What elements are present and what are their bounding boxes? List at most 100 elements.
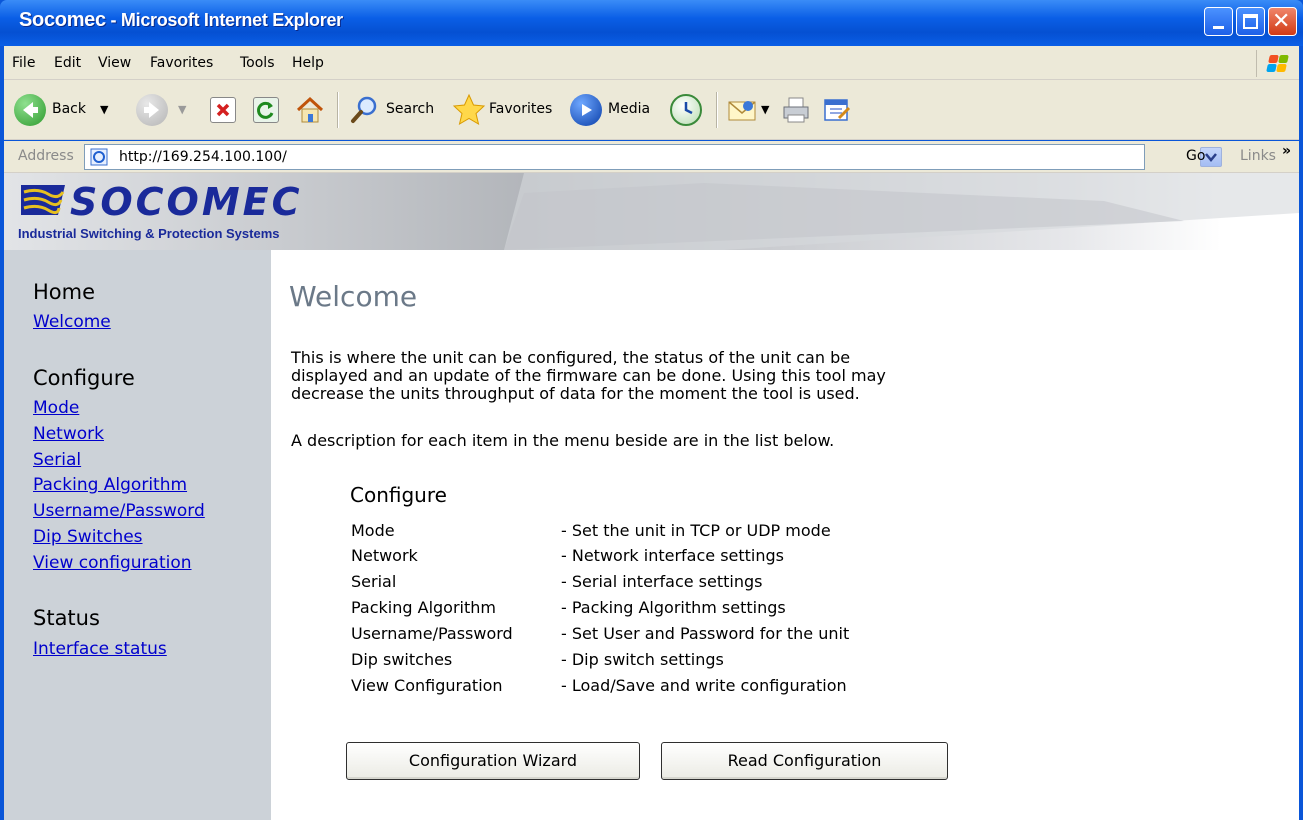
nav-link-dip-switches[interactable]: Dip Switches: [33, 527, 143, 547]
socomec-logo-icon: [21, 185, 65, 215]
nav-heading-home: Home: [33, 280, 96, 304]
toolbar: Back ▼ ▼ Search Favorites Media ▼: [4, 80, 1299, 140]
configure-item-name: Network: [351, 546, 418, 565]
address-input[interactable]: http://169.254.100.100/: [84, 144, 1222, 170]
nav-link-serial[interactable]: Serial: [33, 450, 81, 470]
favorites-label: Favorites: [489, 101, 553, 117]
edit-page-button[interactable]: [821, 80, 855, 140]
forward-dropdown-icon[interactable]: ▼: [178, 103, 186, 116]
go-button[interactable]: Go: [1186, 148, 1205, 164]
configure-list-heading: Configure: [350, 483, 447, 507]
forward-button[interactable]: ▼: [136, 80, 194, 140]
home-icon: [296, 96, 324, 123]
nav-heading-status: Status: [33, 606, 100, 630]
intro-line: displayed and an update of the firmware …: [291, 366, 886, 385]
maximize-icon: [1243, 14, 1258, 29]
configuration-wizard-button[interactable]: Configuration Wizard: [346, 742, 640, 780]
nav-link-packing-algorithm[interactable]: Packing Algorithm: [33, 475, 187, 495]
address-url: http://169.254.100.100/: [119, 149, 287, 165]
intro-line: This is where the unit can be configured…: [291, 348, 851, 367]
menu-tools[interactable]: Tools: [240, 55, 275, 71]
menu-help[interactable]: Help: [292, 55, 324, 71]
configure-item-description: - Serial interface settings: [561, 572, 763, 591]
configure-item-description: - Dip switch settings: [561, 650, 724, 669]
page-icon: [90, 148, 108, 166]
address-bar: Address http://169.254.100.100/ Go Links…: [4, 141, 1299, 173]
menu-edit[interactable]: Edit: [54, 55, 81, 71]
nav-link-welcome[interactable]: Welcome: [33, 312, 111, 332]
toolbar-separator: [716, 92, 718, 128]
configure-item-description: - Load/Save and write configuration: [561, 676, 847, 695]
window-title-app: - Microsoft Internet Explorer: [105, 10, 344, 30]
configure-item-name: Dip switches: [351, 650, 453, 669]
intro-line: decrease the units throughput of data fo…: [291, 384, 860, 403]
nav-link-view-configuration[interactable]: View configuration: [33, 553, 192, 573]
mail-dropdown-icon[interactable]: ▼: [761, 103, 769, 116]
favorites-button[interactable]: Favorites: [451, 80, 561, 140]
configure-item-name: Serial: [351, 572, 397, 591]
window-title-brand: Socomec: [19, 9, 106, 31]
menu-favorites[interactable]: Favorites: [150, 55, 213, 71]
configure-item-description: - Packing Algorithm settings: [561, 598, 786, 617]
back-dropdown-icon[interactable]: ▼: [100, 103, 108, 116]
menu-description-text: A description for each item in the menu …: [291, 431, 835, 450]
forward-arrow-icon: [136, 94, 168, 126]
print-icon: [783, 97, 809, 123]
toolbar-separator: [337, 92, 339, 128]
search-label: Search: [386, 101, 435, 117]
maximize-button[interactable]: [1236, 7, 1265, 36]
history-icon: [670, 94, 702, 126]
socomec-wordmark: SOCOMEC: [70, 180, 303, 224]
edit-page-icon: [824, 99, 851, 121]
nav-link-mode[interactable]: Mode: [33, 398, 79, 418]
search-button[interactable]: Search: [348, 80, 440, 140]
nav-link-network[interactable]: Network: [33, 424, 104, 444]
nav-heading-configure: Configure: [33, 366, 135, 390]
windows-logo-icon: [1256, 50, 1294, 77]
menu-bar: File Edit View Favorites Tools Help: [4, 46, 1299, 80]
home-button[interactable]: [294, 80, 326, 140]
sidebar-nav: Home Welcome Configure Mode Network Seri…: [4, 250, 271, 820]
read-configuration-button[interactable]: Read Configuration: [661, 742, 948, 780]
socomec-tagline: Industrial Switching & Protection System…: [18, 226, 280, 241]
media-label: Media: [608, 101, 651, 117]
stop-icon[interactable]: [210, 97, 236, 123]
configure-item-description: - Set User and Password for the unit: [561, 624, 850, 643]
window-title: Socomec - Microsoft Internet Explorer: [19, 9, 343, 32]
configure-item-description: - Network interface settings: [561, 546, 784, 565]
back-button[interactable]: Back ▼: [14, 80, 124, 140]
nav-link-interface-status[interactable]: Interface status: [33, 639, 167, 659]
search-icon: [351, 96, 377, 123]
menu-file[interactable]: File: [12, 55, 35, 71]
intro-paragraph: This is where the unit can be configured…: [291, 349, 991, 403]
refresh-icon[interactable]: [253, 97, 279, 123]
close-button[interactable]: ✕: [1268, 7, 1297, 36]
close-icon: ✕: [1272, 9, 1291, 34]
media-button[interactable]: Media: [570, 80, 660, 140]
links-chevron-icon[interactable]: »: [1282, 143, 1291, 159]
links-button[interactable]: Links: [1240, 148, 1276, 164]
main-content: Welcome This is where the unit can be co…: [271, 250, 1299, 820]
configure-item-name: Packing Algorithm: [351, 598, 496, 617]
configure-item-description: - Set the unit in TCP or UDP mode: [561, 521, 831, 540]
configure-item-name: View Configuration: [351, 676, 503, 695]
minimize-button[interactable]: [1204, 7, 1233, 36]
nav-link-username-password[interactable]: Username/Password: [33, 501, 205, 521]
history-button[interactable]: [670, 80, 704, 140]
page-viewport: SOCOMEC Industrial Switching & Protectio…: [4, 173, 1299, 820]
back-arrow-icon: [14, 94, 46, 126]
minimize-icon: [1213, 26, 1224, 29]
back-label: Back: [52, 101, 86, 117]
menu-view[interactable]: View: [98, 55, 131, 71]
media-icon: [570, 94, 602, 126]
mail-icon: [728, 101, 756, 121]
page-title: Welcome: [289, 280, 418, 313]
configure-item-name: Username/Password: [351, 624, 513, 643]
print-button[interactable]: [780, 80, 814, 140]
mail-button[interactable]: ▼: [726, 80, 776, 140]
configure-item-name: Mode: [351, 521, 395, 540]
site-banner: SOCOMEC Industrial Switching & Protectio…: [4, 173, 1299, 250]
address-label: Address: [18, 148, 74, 164]
title-bar[interactable]: Socomec - Microsoft Internet Explorer ✕: [0, 0, 1303, 46]
favorites-star-icon: [452, 93, 486, 126]
